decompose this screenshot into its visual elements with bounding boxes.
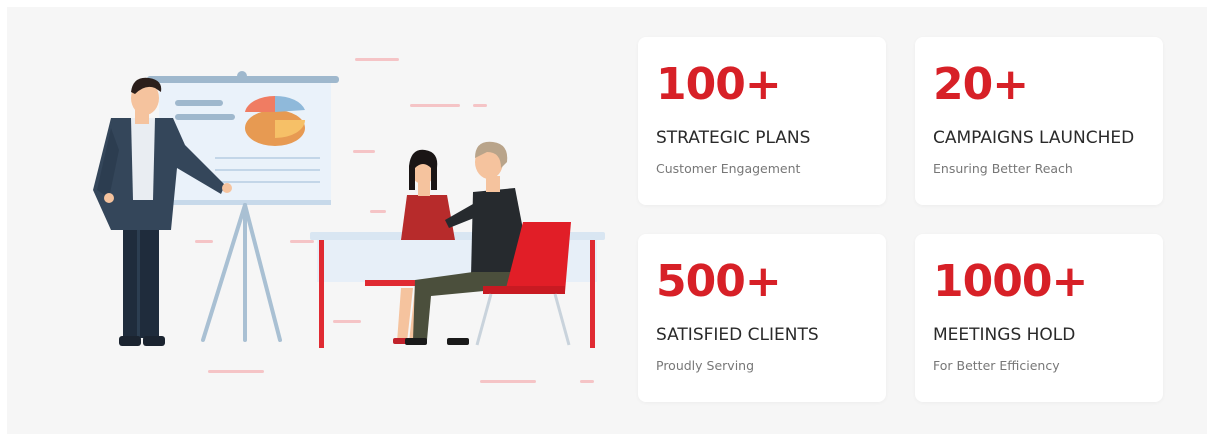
stat-number: 100+: [656, 59, 782, 110]
stat-card-campaigns-launched: 20+ CAMPAIGNS LAUNCHED Ensuring Better R…: [915, 37, 1163, 205]
stat-number: 500+: [656, 256, 782, 307]
stat-title: MEETINGS HOLD: [933, 325, 1076, 345]
stat-number: 1000+: [933, 256, 1088, 307]
stat-title: CAMPAIGNS LAUNCHED: [933, 128, 1135, 148]
stat-card-satisfied-clients: 500+ SATISFIED CLIENTS Proudly Serving: [638, 234, 886, 402]
stat-subtitle: Ensuring Better Reach: [933, 161, 1073, 176]
stat-title: STRATEGIC PLANS: [656, 128, 811, 148]
stat-card-meetings-hold: 1000+ MEETINGS HOLD For Better Efficienc…: [915, 234, 1163, 402]
stat-card-strategic-plans: 100+ STRATEGIC PLANS Customer Engagement: [638, 37, 886, 205]
stat-title: SATISFIED CLIENTS: [656, 325, 819, 345]
business-meeting-illustration: [75, 40, 615, 400]
stat-subtitle: For Better Efficiency: [933, 358, 1060, 373]
stat-number: 20+: [933, 59, 1029, 110]
stat-subtitle: Proudly Serving: [656, 358, 755, 373]
stat-subtitle: Customer Engagement: [656, 161, 801, 176]
